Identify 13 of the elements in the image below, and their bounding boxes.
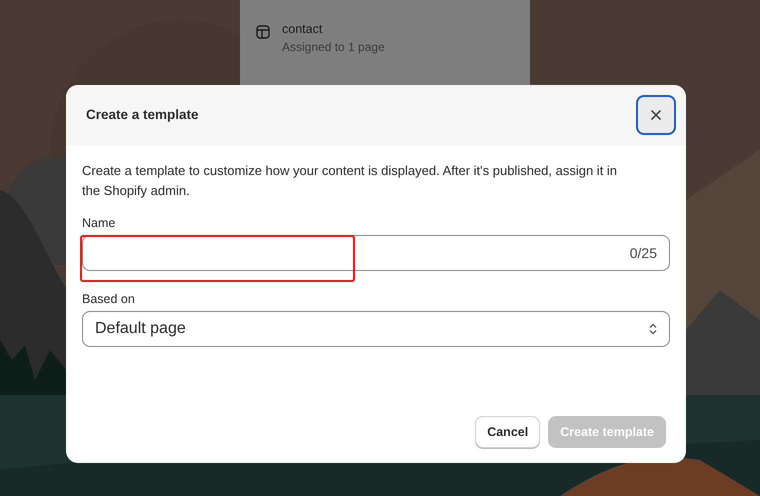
close-button[interactable] <box>636 95 676 135</box>
cancel-button[interactable]: Cancel <box>475 416 540 448</box>
dialog-title: Create a template <box>86 106 199 124</box>
template-name: contact <box>282 21 324 38</box>
template-select[interactable]: Default page <box>82 311 670 347</box>
chevron-up-down-icon <box>649 323 657 335</box>
close-icon <box>651 110 661 120</box>
layout-icon <box>256 25 270 39</box>
template-assignment: Assigned to 1 page <box>282 39 385 56</box>
character-counter: 0/25 <box>630 244 657 262</box>
field-label: Name <box>82 215 116 231</box>
dialog-description: Create a template to customize how your content is displayed. After it's published, assign it in the Shopify admin. <box>82 162 618 200</box>
field-label: Based on <box>82 291 136 307</box>
